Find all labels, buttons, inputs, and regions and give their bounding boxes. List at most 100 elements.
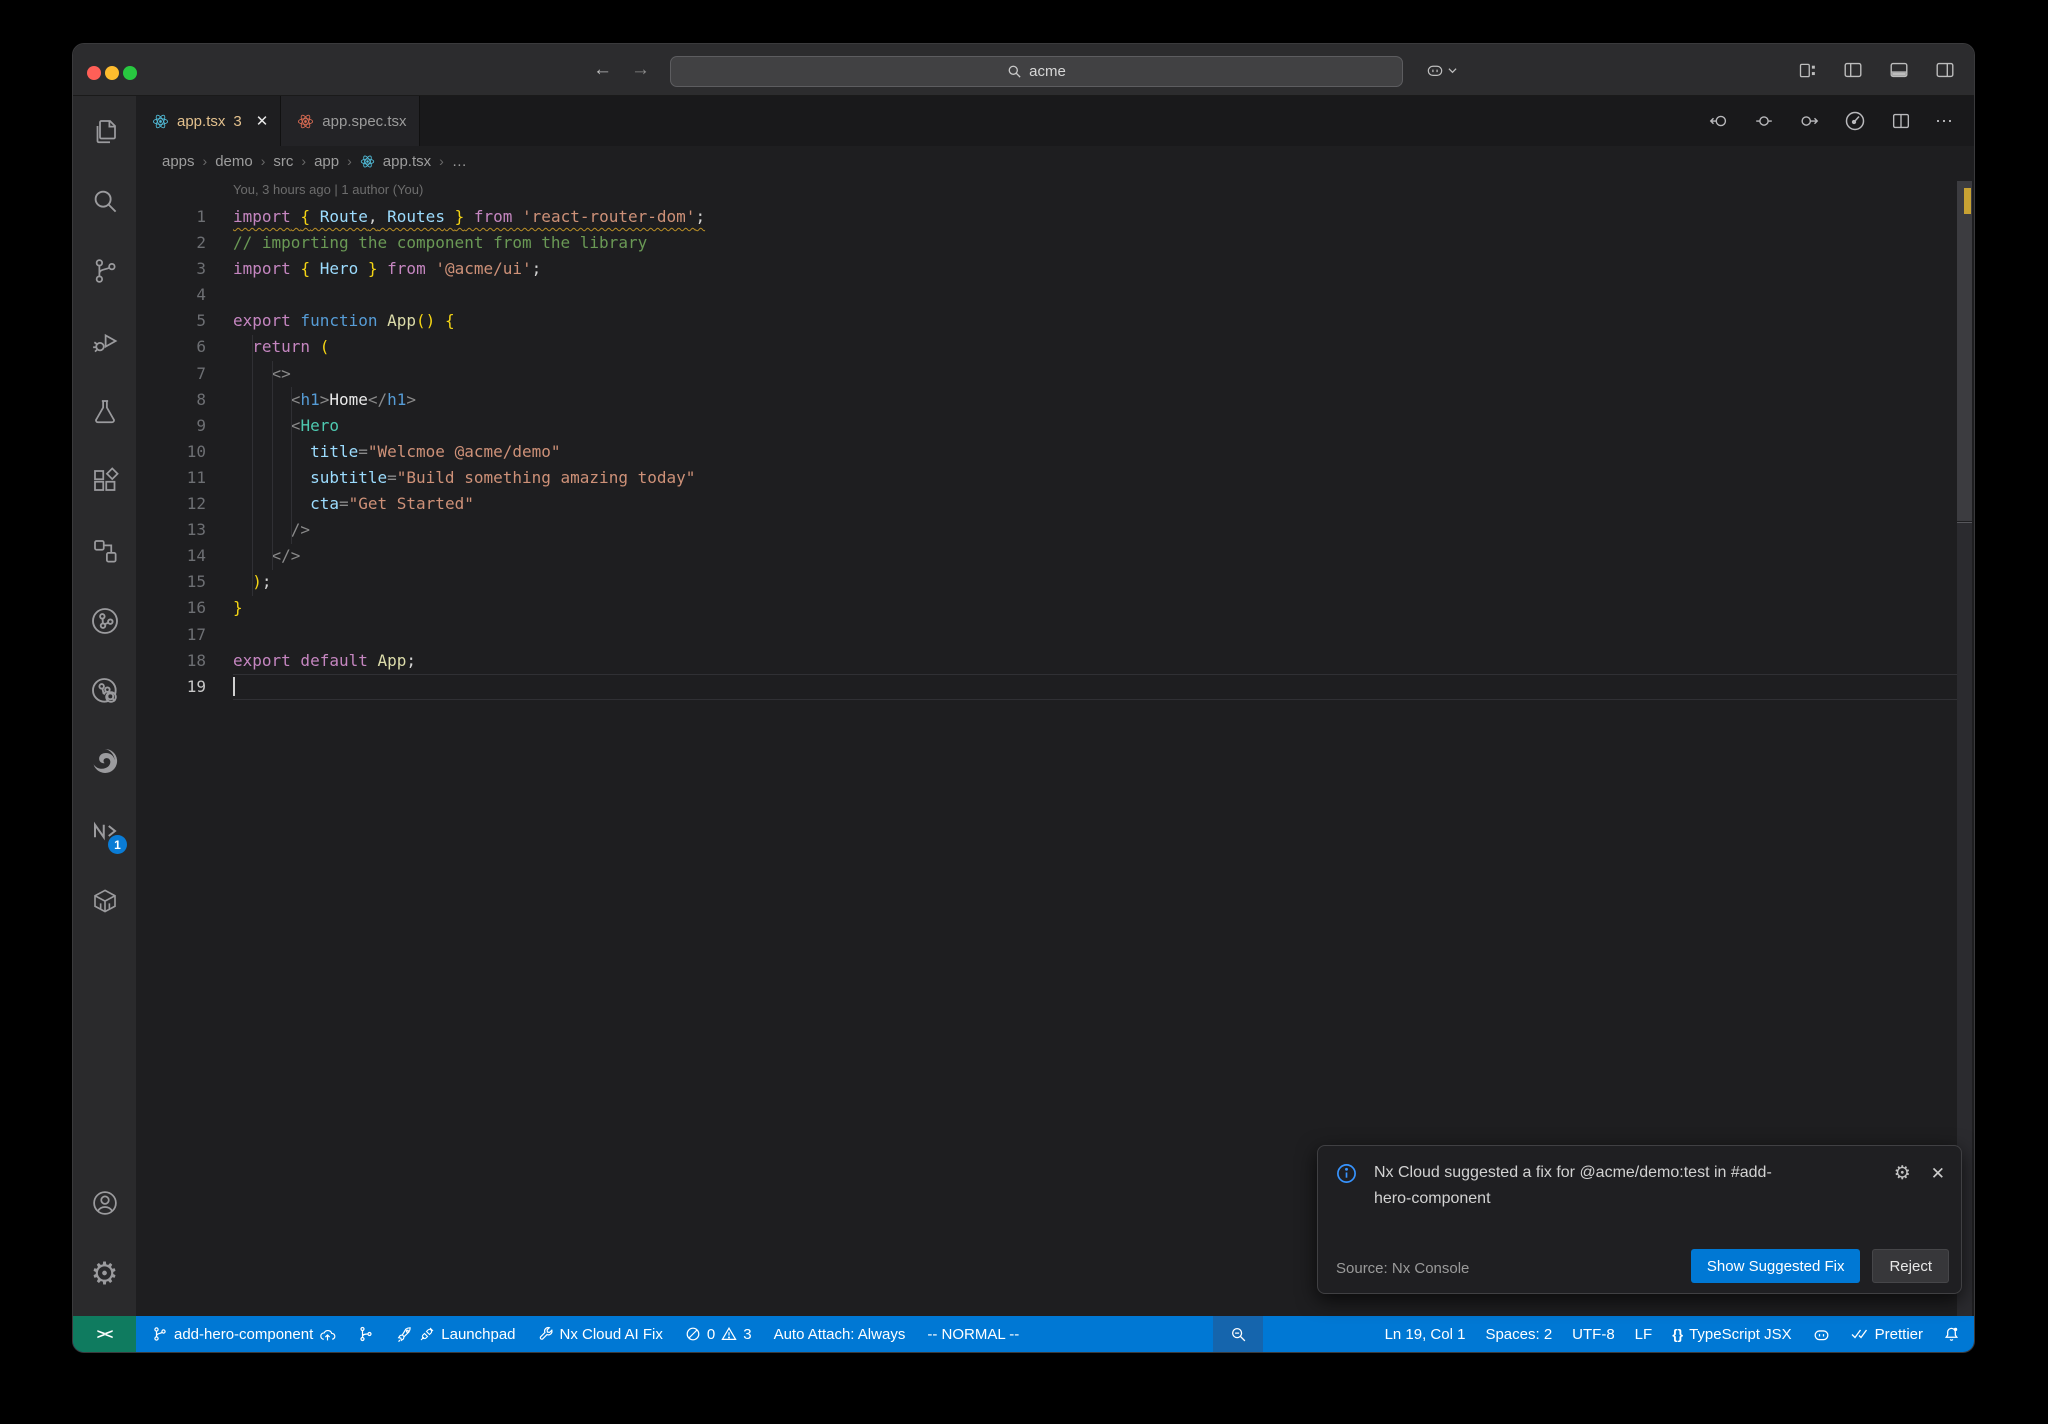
code-line[interactable]: 4 — [136, 282, 1958, 308]
line-number: 15 — [186, 572, 206, 592]
status-notifications-bell[interactable] — [1943, 1326, 1960, 1343]
editor-scrollbar[interactable] — [1957, 181, 1972, 1316]
code-line[interactable]: 14 </> — [136, 543, 1958, 569]
sidebar-item-explorer[interactable] — [73, 96, 136, 166]
close-window-button[interactable] — [87, 66, 101, 80]
breadcrumb-segment[interactable]: apps — [162, 153, 195, 170]
breadcrumb-separator: › — [301, 153, 307, 169]
status-encoding[interactable]: UTF-8 — [1572, 1326, 1615, 1343]
status-line-col[interactable]: Ln 19, Col 1 — [1385, 1326, 1466, 1343]
status-language-mode[interactable]: {} TypeScript JSX — [1672, 1326, 1791, 1343]
activity-bar: 1 ⚙ — [73, 96, 136, 1316]
minimize-window-button[interactable] — [105, 66, 119, 80]
code-line[interactable]: 18 export default App; — [136, 648, 1958, 674]
code-line[interactable]: 13 /> — [136, 517, 1958, 543]
sidebar-item-settings[interactable]: ⚙ — [73, 1238, 136, 1308]
toggle-secondary-sidebar-icon[interactable] — [1934, 59, 1956, 81]
search-icon — [1007, 64, 1022, 79]
info-icon — [1336, 1163, 1357, 1184]
sidebar-item-nx-console[interactable]: 1 — [73, 796, 136, 866]
code-line[interactable]: 12 cta="Get Started" — [136, 491, 1958, 517]
wrench-icon — [538, 1326, 554, 1342]
status-git-branch[interactable]: add-hero-component — [152, 1326, 336, 1343]
close-tab-icon[interactable]: ✕ — [256, 112, 269, 130]
code-line[interactable]: 5 export function App() { — [136, 308, 1958, 334]
sidebar-item-account[interactable] — [73, 1168, 136, 1238]
breadcrumb-segment[interactable]: demo — [215, 153, 253, 170]
overview-ruler-warning-mark — [1964, 188, 1971, 214]
split-editor-icon[interactable] — [1890, 110, 1912, 132]
code-line[interactable]: 11 subtitle="Build something amazing tod… — [136, 465, 1958, 491]
code-line[interactable]: 10 title="Welcmoe @acme/demo" — [136, 439, 1958, 465]
maximize-window-button[interactable] — [123, 66, 137, 80]
search-value: acme — [1029, 63, 1066, 80]
breadcrumb[interactable]: apps › demo › src › app › app.tsx › … — [162, 146, 467, 176]
code-line[interactable]: 3 import { Hero } from '@acme/ui'; — [136, 256, 1958, 282]
code-line[interactable]: 6 return ( — [136, 334, 1958, 360]
breadcrumb-segment[interactable]: app — [314, 153, 339, 170]
toggle-primary-sidebar-icon[interactable] — [1842, 59, 1864, 81]
status-copilot[interactable] — [1812, 1325, 1831, 1344]
remote-indicator[interactable]: >< — [73, 1316, 136, 1352]
sidebar-item-nx-graph[interactable] — [73, 586, 136, 656]
sidebar-item-testing[interactable] — [73, 376, 136, 446]
bell-icon — [1943, 1326, 1960, 1343]
navigate-forward-icon[interactable] — [1798, 110, 1820, 132]
status-problems[interactable]: 0 3 — [685, 1326, 752, 1343]
code-line[interactable]: 7 <> — [136, 361, 1958, 387]
sidebar-item-related-projects[interactable] — [73, 516, 136, 586]
code-line[interactable]: 16} — [136, 595, 1958, 621]
notification-settings-gear-icon[interactable]: ⚙ — [1894, 1162, 1911, 1185]
status-indentation[interactable]: Spaces: 2 — [1485, 1326, 1552, 1343]
toggle-panel-icon[interactable] — [1888, 59, 1910, 81]
line-number: 6 — [196, 337, 206, 357]
reject-button[interactable]: Reject — [1872, 1249, 1949, 1283]
status-nx-cloud-ai-fix[interactable]: Nx Cloud AI Fix — [538, 1326, 663, 1343]
scrollbar-thumb[interactable] — [1957, 181, 1972, 521]
status-vim-mode[interactable]: -- NORMAL -- — [927, 1326, 1019, 1343]
sidebar-item-source-control[interactable] — [73, 236, 136, 306]
navigate-back-icon[interactable] — [1708, 110, 1730, 132]
breadcrumb-segment[interactable]: src — [273, 153, 293, 170]
copilot-menu[interactable] — [1425, 60, 1457, 80]
notification-close-icon[interactable]: ✕ — [1931, 1164, 1945, 1184]
code-line[interactable]: 15 ); — [136, 569, 1958, 595]
git-branch-icon — [90, 256, 120, 286]
status-eol[interactable]: LF — [1635, 1326, 1653, 1343]
status-git-graph[interactable] — [358, 1326, 374, 1342]
tab-app-tsx[interactable]: app.tsx 3 ✕ — [136, 96, 282, 146]
breadcrumb-file[interactable]: app.tsx — [383, 153, 431, 170]
tab-app-spec-tsx[interactable]: app.spec.tsx — [281, 96, 420, 146]
nav-dot-icon[interactable] — [1753, 110, 1775, 132]
breadcrumb-overflow[interactable]: … — [452, 153, 467, 170]
history-back-button[interactable]: ← — [593, 58, 612, 82]
account-icon — [90, 1188, 120, 1218]
sidebar-item-extensions[interactable] — [73, 446, 136, 516]
code-line[interactable]: 9 <Hero — [136, 413, 1958, 439]
breadcrumb-separator: › — [260, 153, 266, 169]
more-actions-icon[interactable]: ⋯ — [1935, 111, 1954, 132]
sidebar-item-package[interactable] — [73, 866, 136, 936]
sidebar-item-run-debug[interactable] — [73, 306, 136, 376]
customize-layout-icon[interactable] — [1797, 60, 1818, 81]
code-line[interactable]: 17 — [136, 622, 1958, 648]
sidebar-item-edge-browser[interactable] — [73, 726, 136, 796]
show-suggested-fix-button[interactable]: Show Suggested Fix — [1690, 1249, 1861, 1283]
sidebar-item-nx-graph-search[interactable] — [73, 656, 136, 726]
react-icon — [152, 113, 169, 130]
code-line[interactable]: 1 import { Route, Routes } from 'react-ro… — [136, 204, 1958, 230]
status-formatter[interactable]: Prettier — [1851, 1326, 1923, 1343]
code-line[interactable]: 8 <h1>Home</h1> — [136, 387, 1958, 413]
status-auto-attach[interactable]: Auto Attach: Always — [774, 1326, 906, 1343]
gear-icon: ⚙ — [90, 1255, 119, 1291]
code-line[interactable]: 2// importing the component from the lib… — [136, 230, 1958, 256]
notification-message: Nx Cloud suggested a fix for @acme/demo:… — [1374, 1164, 1772, 1207]
code-line[interactable]: 19 — [136, 674, 1958, 700]
status-zoom-indicator[interactable] — [1213, 1316, 1263, 1352]
sidebar-item-search[interactable] — [73, 166, 136, 236]
command-center-search[interactable]: acme — [670, 56, 1403, 87]
run-recent-icon[interactable] — [1843, 109, 1867, 133]
line-number: 1 — [196, 207, 206, 226]
status-launchpad[interactable]: Launchpad — [396, 1326, 516, 1343]
history-forward-button[interactable]: → — [631, 58, 650, 82]
